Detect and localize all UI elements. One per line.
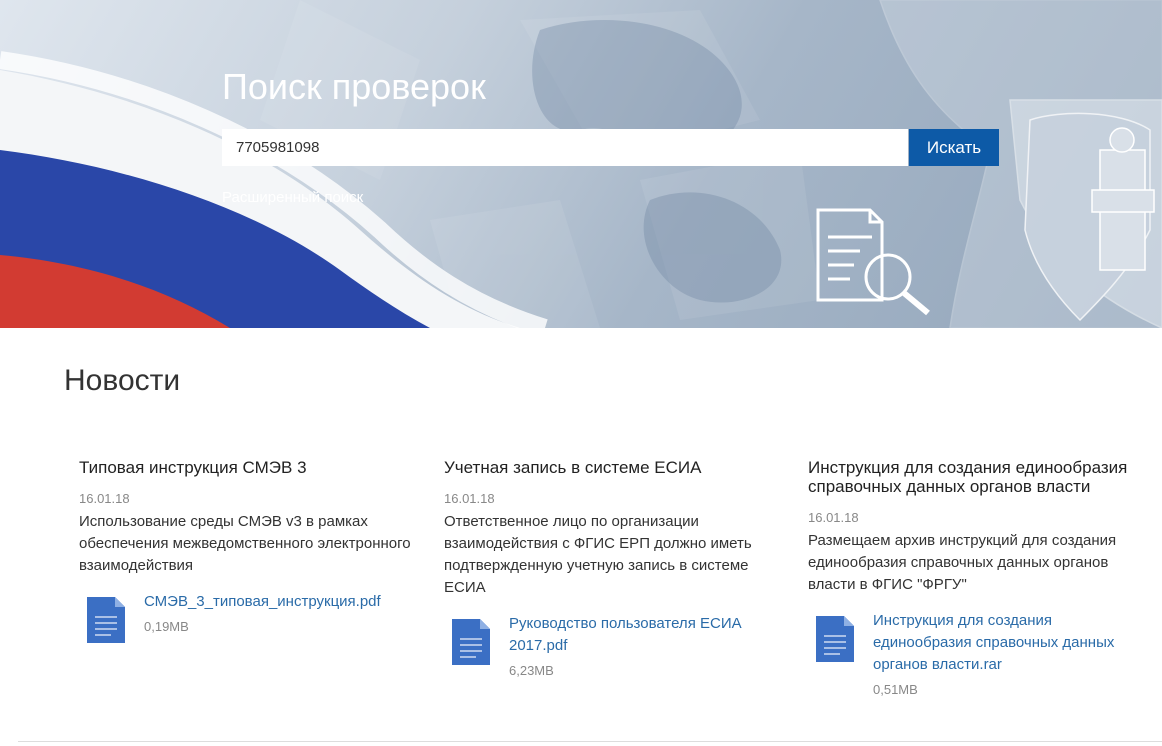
page-title: Поиск проверок — [222, 66, 486, 107]
document-file-icon[interactable] — [452, 619, 490, 665]
advanced-search-link[interactable]: Расширенный поиск — [222, 189, 363, 206]
news-item: Учетная запись в системе ЕСИА 16.01.18 О… — [444, 458, 784, 679]
document-file-icon[interactable] — [816, 616, 854, 662]
file-attachment: Руководство пользователя ЕСИА 2017.pdf 6… — [444, 613, 784, 679]
news-item-date: 16.01.18 — [79, 491, 130, 506]
news-item-description: Размещаем архив инструкций для создания … — [808, 532, 1117, 593]
file-attachment: СМЭВ_3_типовая_инструкция.pdf 0,19MB — [79, 591, 419, 647]
news-item: Инструкция для создания единообразия спр… — [808, 458, 1143, 698]
news-item-description: Ответственное лицо по организации взаимо… — [444, 513, 752, 596]
file-download-link[interactable]: Руководство пользователя ЕСИА 2017.pdf — [509, 613, 784, 657]
news-item-date: 16.01.18 — [444, 491, 495, 506]
divider — [18, 741, 1162, 742]
news-item-title: Инструкция для создания единообразия спр… — [808, 458, 1128, 496]
news-item-title: Типовая инструкция СМЭВ 3 — [79, 458, 307, 477]
news-item: Типовая инструкция СМЭВ 3 16.01.18 Испол… — [79, 458, 419, 647]
file-size: 0,51MB — [873, 682, 918, 697]
file-size: 0,19MB — [144, 619, 189, 634]
file-size: 6,23MB — [509, 663, 554, 678]
news-section-title: Новости — [64, 364, 181, 397]
file-download-link[interactable]: СМЭВ_3_типовая_инструкция.pdf — [144, 591, 419, 613]
search-button[interactable]: Искать — [909, 129, 999, 166]
search-input[interactable] — [222, 129, 908, 166]
hero-banner: Поиск проверок Искать Расширенный поиск — [0, 0, 1162, 328]
file-download-link[interactable]: Инструкция для создания единообразия спр… — [873, 610, 1143, 676]
document-file-icon[interactable] — [87, 597, 125, 643]
news-item-title: Учетная запись в системе ЕСИА — [444, 458, 702, 477]
file-attachment: Инструкция для создания единообразия спр… — [808, 610, 1143, 698]
news-item-description: Использование среды СМЭВ v3 в рамках обе… — [79, 513, 411, 574]
news-item-date: 16.01.18 — [808, 510, 859, 525]
